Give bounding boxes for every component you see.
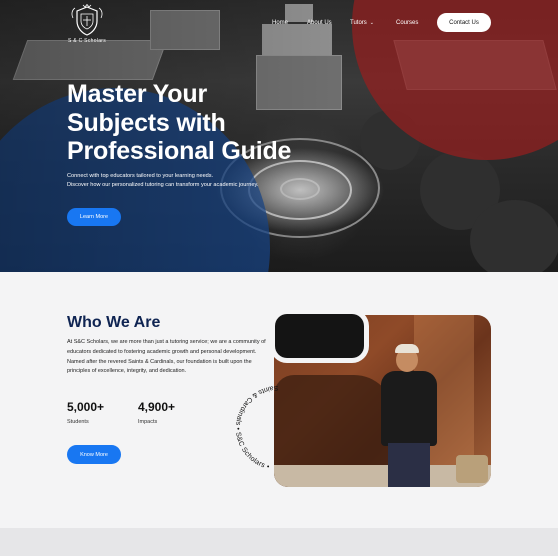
brand-name: S & C Scholars <box>67 38 107 44</box>
hero-subtitle-line-1: Connect with top educators tailored to y… <box>67 173 214 179</box>
stat-label: Impacts <box>138 419 158 425</box>
nav-home[interactable]: Home <box>272 20 288 26</box>
stat-value: 4,900+ <box>138 400 176 414</box>
hero-title-line-3: Professional Guide <box>67 137 292 165</box>
contact-us-button[interactable]: Contact Us <box>437 13 491 32</box>
stat-students: 5,000+ Students <box>67 400 104 425</box>
learn-more-button[interactable]: Learn More <box>67 208 121 226</box>
nav-tutors-label: Tutors <box>350 20 367 26</box>
brand-logo[interactable]: S & C Scholars <box>66 4 108 46</box>
next-section-band <box>0 528 558 556</box>
nav-about-us[interactable]: About Us <box>307 20 332 26</box>
decorative-card <box>275 314 364 358</box>
crest-icon <box>71 4 103 36</box>
hero-subtitle-line-2: Discover how our personalized tutoring c… <box>67 182 259 188</box>
hero-title-line-2: Subjects with <box>67 108 226 137</box>
hero-title: Master Your Subjects with Professional G… <box>67 80 367 166</box>
hero-subtitle: Connect with top educators tailored to y… <box>67 172 327 190</box>
hero-section: S & C Scholars Home About Us Tutors ⌄ Cou… <box>0 0 558 272</box>
page: S & C Scholars Home About Us Tutors ⌄ Cou… <box>0 0 558 556</box>
about-text: At S&C Scholars, we are more than just a… <box>67 339 266 375</box>
section-title: Who We Are <box>67 314 161 331</box>
chevron-down-icon: ⌄ <box>369 20 374 26</box>
stat-label: Students <box>67 419 89 425</box>
rotating-text-badge: Saints & Cardinals • S&C Scholars • <box>234 384 278 471</box>
nav-tutors[interactable]: Tutors ⌄ <box>350 20 374 26</box>
badge-text: Saints & Cardinals • S&C Scholars • <box>234 384 278 471</box>
know-more-button[interactable]: Know More <box>67 445 121 464</box>
stat-impacts: 4,900+ Impacts <box>138 400 175 425</box>
svg-text:Saints & Cardinals • S&C Schol: Saints & Cardinals • S&C Scholars • <box>234 384 278 471</box>
hero-title-line-1: Master Your <box>67 80 207 108</box>
nav-courses[interactable]: Courses <box>396 20 418 26</box>
stat-value: 5,000+ <box>67 400 105 414</box>
